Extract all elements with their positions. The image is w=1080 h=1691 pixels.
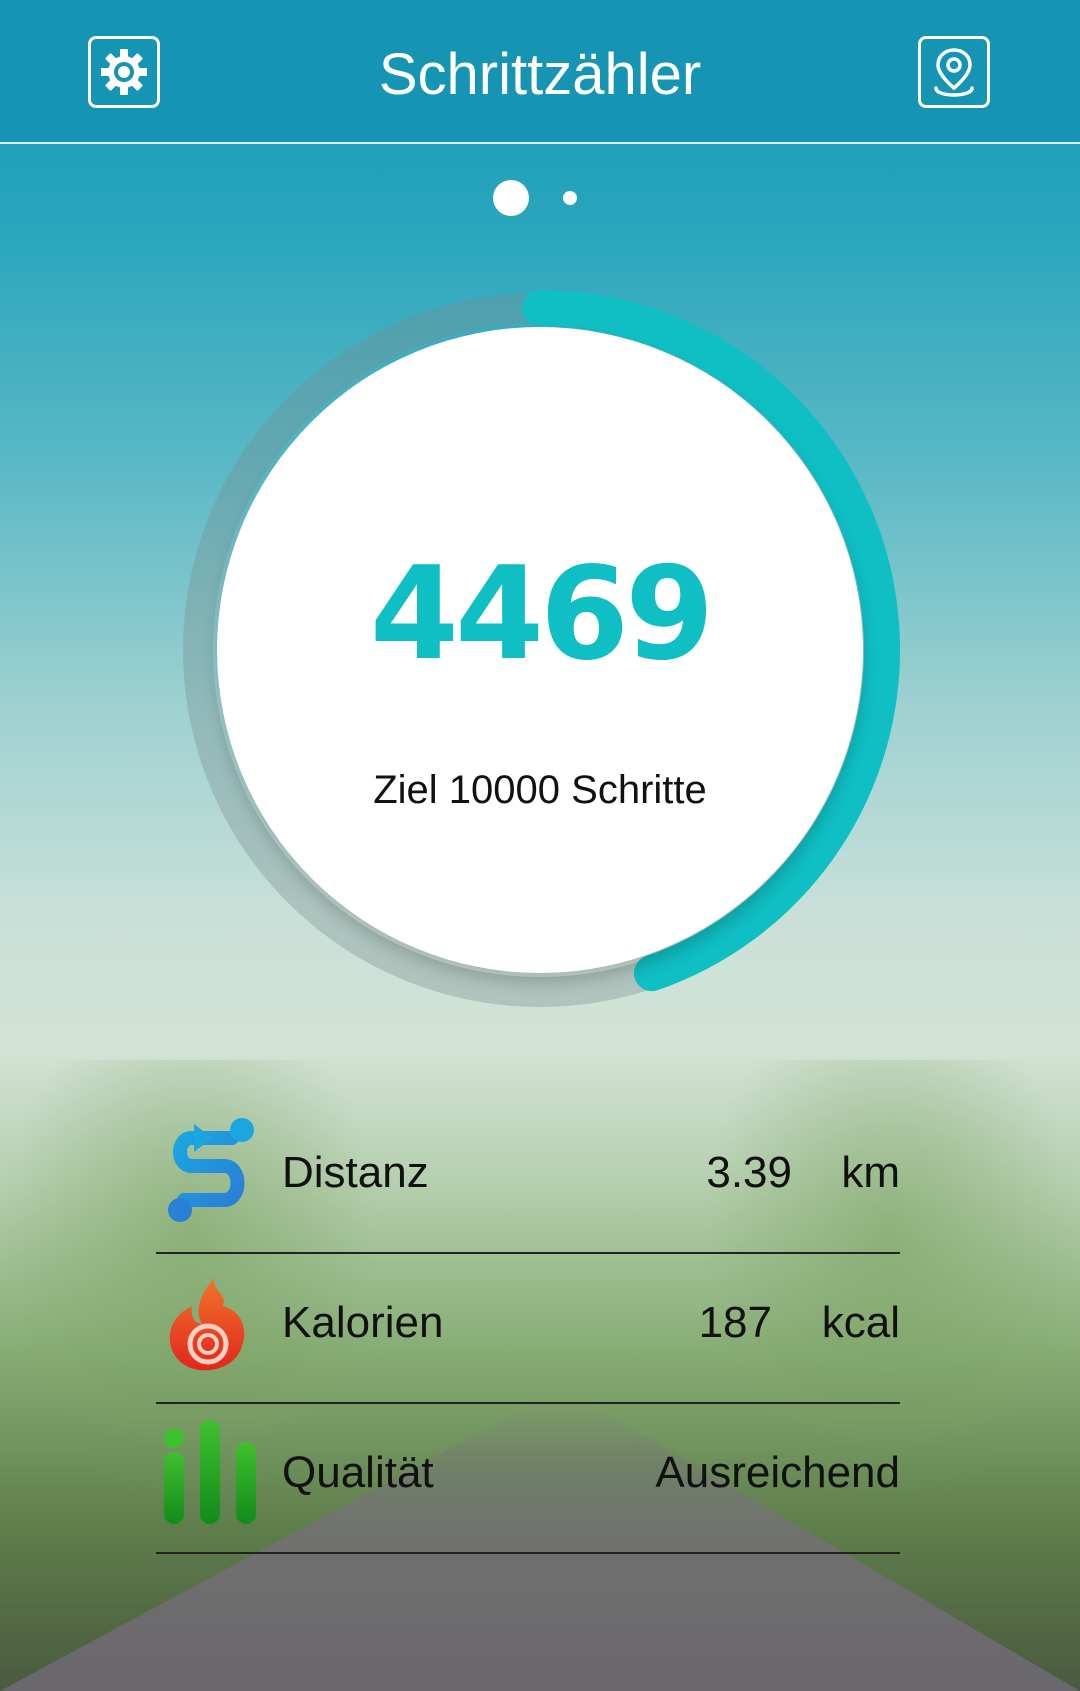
location-pin-icon [934, 48, 974, 97]
stat-label: Qualität [282, 1448, 434, 1497]
bar-chart-icon [164, 1420, 256, 1524]
page-dot-active[interactable] [493, 180, 529, 216]
stat-label: Kalorien [282, 1298, 444, 1347]
stat-label: Distanz [282, 1148, 429, 1197]
stat-value: Ausreichend [655, 1448, 900, 1497]
route-icon [168, 1118, 254, 1222]
stats-list: Distanz 3.39 km Kalorien 187 kcal Qualit… [156, 1104, 900, 1554]
stat-unit: kcal [821, 1298, 900, 1347]
flame-icon [169, 1272, 245, 1371]
stat-row-calories[interactable]: Kalorien 187 kcal [156, 1254, 900, 1404]
stat-unit: km [841, 1148, 900, 1197]
step-count: 4469 [369, 540, 714, 689]
stat-row-quality[interactable]: Qualität Ausreichend [156, 1404, 900, 1554]
step-goal: Ziel 10000 Schritte [373, 768, 707, 812]
page-dot-inactive[interactable] [563, 191, 577, 205]
stat-value: 3.39 [706, 1148, 792, 1197]
stat-value: 187 [698, 1298, 772, 1347]
page-indicator [0, 178, 1080, 218]
stat-row-distance[interactable]: Distanz 3.39 km [156, 1104, 900, 1254]
location-button[interactable] [918, 36, 990, 108]
app-header: Schrittzähler [0, 0, 1080, 144]
